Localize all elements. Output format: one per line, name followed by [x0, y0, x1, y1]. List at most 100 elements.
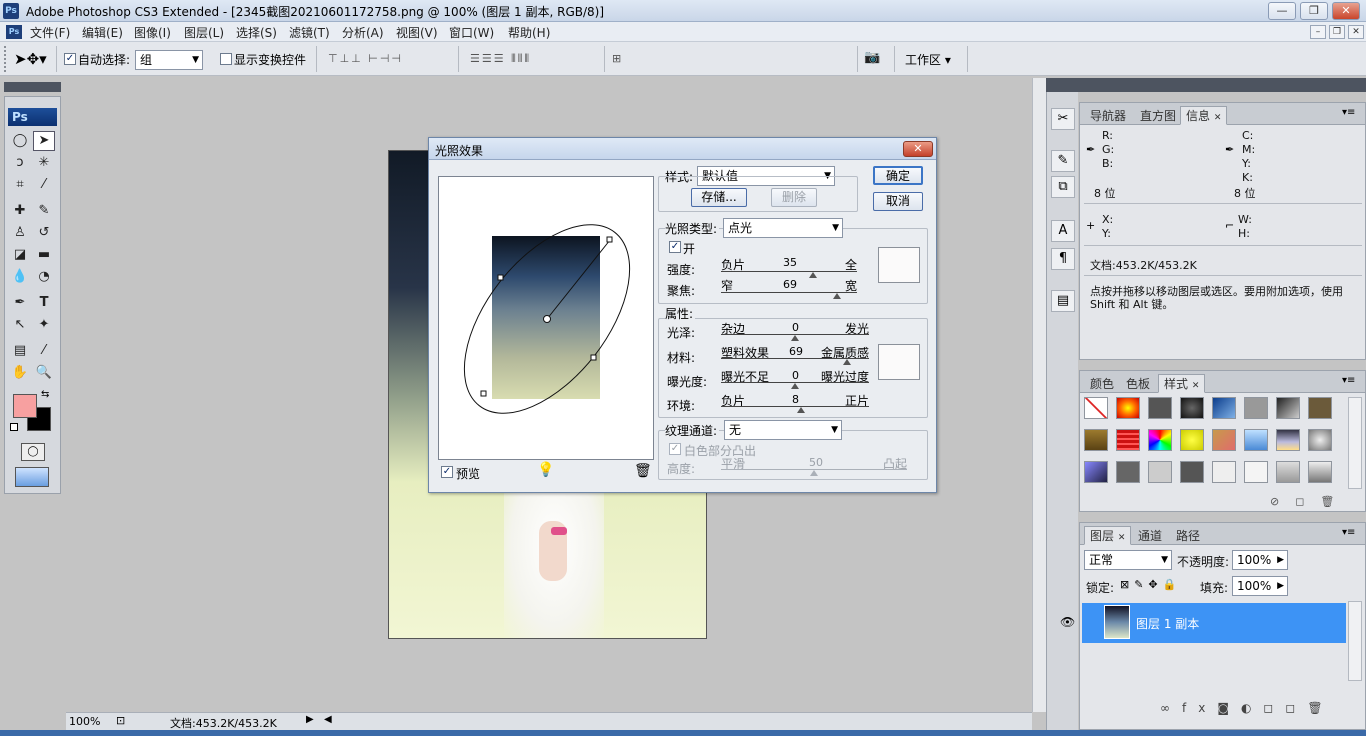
ambience-slider[interactable]: [721, 406, 869, 414]
save-style-button[interactable]: 存储...: [691, 188, 747, 207]
style-preset-swatch[interactable]: [1180, 461, 1204, 483]
ellipse-handle[interactable]: [497, 274, 504, 281]
doc-close-button[interactable]: ✕: [1348, 25, 1364, 39]
texture-channel-dropdown[interactable]: 无 ▼: [724, 420, 842, 440]
menu-window[interactable]: 窗口(W): [449, 24, 494, 41]
white-is-high-checkbox[interactable]: ✓: [669, 443, 681, 455]
light-color-swatch[interactable]: [878, 247, 920, 283]
light-ellipse-overlay[interactable]: [439, 177, 655, 461]
style-preset-swatch[interactable]: [1212, 461, 1236, 483]
tab-layers[interactable]: 图层 ✕: [1084, 526, 1132, 545]
align-edges-icons[interactable]: ⊤⊥⊥ ⊢⊣⊣: [328, 52, 403, 66]
menu-file[interactable]: 文件(F): [30, 24, 70, 41]
minimize-button[interactable]: —: [1268, 2, 1296, 20]
slider-thumb[interactable]: [810, 470, 818, 476]
slider-thumb[interactable]: [791, 335, 799, 341]
path-selection-tool-icon[interactable]: ↖: [9, 315, 31, 335]
status-menu-icon[interactable]: ⊡: [116, 714, 125, 727]
layer-comps-icon[interactable]: ▤: [1051, 290, 1075, 312]
preview-checkbox[interactable]: ✓: [441, 466, 453, 478]
dodge-tool-icon[interactable]: ◔: [33, 267, 55, 287]
blend-mode-dropdown[interactable]: 正常 ▼: [1084, 550, 1172, 570]
tab-paths[interactable]: 路径: [1170, 526, 1206, 545]
height-slider[interactable]: [721, 469, 907, 477]
style-preset-swatch[interactable]: [1308, 397, 1332, 419]
slice-tool-icon[interactable]: ⁄: [33, 175, 55, 195]
clone-stamp-tool-icon[interactable]: ♙: [9, 223, 31, 243]
tab-color[interactable]: 颜色: [1084, 374, 1120, 393]
history-brush-tool-icon[interactable]: ↺: [33, 223, 55, 243]
close-window-button[interactable]: ✕: [1332, 2, 1360, 20]
brushes-icon[interactable]: ✎: [1051, 150, 1075, 172]
style-preset-swatch[interactable]: [1276, 429, 1300, 451]
style-preset-swatch[interactable]: [1180, 429, 1204, 451]
shape-tool-icon[interactable]: ✦: [33, 315, 55, 335]
style-preset-swatch[interactable]: [1244, 461, 1268, 483]
light-bulb-icon[interactable]: 💡: [537, 462, 554, 478]
menu-filter[interactable]: 滤镜(T): [289, 24, 330, 41]
auto-select-checkbox[interactable]: ✓: [64, 53, 76, 65]
style-preset-swatch[interactable]: [1308, 429, 1332, 451]
menu-help[interactable]: 帮助(H): [508, 24, 550, 41]
zoom-tool-icon[interactable]: 🔍: [33, 363, 55, 383]
pen-tool-icon[interactable]: ✒: [9, 293, 31, 313]
light-type-dropdown[interactable]: 点光 ▼: [723, 218, 843, 238]
healing-brush-tool-icon[interactable]: ✚: [9, 201, 31, 221]
tab-swatches[interactable]: 色板: [1120, 374, 1156, 393]
fill-field[interactable]: 100% ▶: [1232, 576, 1288, 596]
panel-menu-icon[interactable]: ▾≡: [1342, 527, 1355, 538]
scroll-left-icon[interactable]: ◀: [324, 714, 332, 725]
style-preset-swatch[interactable]: [1148, 429, 1172, 451]
screen-mode-icon[interactable]: [15, 467, 49, 487]
focus-slider[interactable]: [721, 292, 857, 300]
slider-thumb[interactable]: [842, 359, 851, 365]
tab-info[interactable]: 信息 ✕: [1180, 106, 1228, 125]
show-transform-checkbox[interactable]: [220, 53, 232, 65]
doc-minimize-button[interactable]: –: [1310, 25, 1326, 39]
style-preset-swatch[interactable]: [1308, 461, 1332, 483]
tab-histogram[interactable]: 直方图: [1134, 106, 1182, 125]
close-icon[interactable]: ✕: [1214, 113, 1222, 123]
tab-styles[interactable]: 样式 ✕: [1158, 374, 1206, 393]
hand-tool-icon[interactable]: ✋: [9, 363, 31, 383]
chevron-right-icon[interactable]: ▶: [1277, 551, 1284, 569]
chevron-right-icon[interactable]: ▶: [1277, 577, 1284, 595]
slider-thumb[interactable]: [809, 272, 818, 278]
style-preset-swatch[interactable]: [1116, 429, 1140, 451]
gradient-tool-icon[interactable]: ▬: [33, 245, 55, 265]
slider-thumb[interactable]: [832, 293, 841, 299]
layers-footer-icons[interactable]: ∞fx◙◐◻◻🗑: [1160, 701, 1335, 715]
eyedropper-tool-icon[interactable]: ⁄: [33, 341, 55, 361]
style-preset-swatch[interactable]: [1116, 461, 1140, 483]
ok-button[interactable]: 确定: [873, 166, 923, 185]
style-preset-swatch[interactable]: [1148, 397, 1172, 419]
layers-scrollbar[interactable]: [1348, 601, 1362, 681]
tool-presets-icon[interactable]: ✂: [1051, 108, 1075, 130]
opacity-field[interactable]: 100% ▶: [1232, 550, 1288, 570]
style-preset-swatch[interactable]: [1084, 429, 1108, 451]
ellipse-handle[interactable]: [480, 390, 487, 397]
menu-layer[interactable]: 图层(L): [184, 24, 224, 41]
light-direction-handle[interactable]: [606, 236, 613, 243]
panel-menu-icon[interactable]: ▾≡: [1342, 375, 1355, 386]
material-slider[interactable]: [721, 358, 869, 366]
eye-icon[interactable]: 👁: [1060, 615, 1075, 629]
auto-align-icon[interactable]: ⊞: [612, 52, 623, 66]
brush-tool-icon[interactable]: ✎: [33, 201, 55, 221]
paragraph-icon[interactable]: ¶: [1051, 248, 1075, 270]
auto-select-dropdown[interactable]: 组 ▼: [135, 50, 203, 70]
lock-icons[interactable]: ⊠✎✥🔒: [1120, 578, 1181, 591]
foreground-color-swatch[interactable]: [13, 394, 37, 418]
ambient-color-swatch[interactable]: [878, 344, 920, 380]
default-colors-icon[interactable]: [10, 423, 18, 431]
style-preset-swatch[interactable]: [1244, 429, 1268, 451]
layer-row[interactable]: 👁 图层 1 副本: [1060, 603, 1346, 643]
delete-style-button[interactable]: 删除: [771, 188, 817, 207]
tab-navigator[interactable]: 导航器: [1084, 106, 1132, 125]
slider-thumb[interactable]: [796, 407, 805, 413]
style-preset-swatch[interactable]: [1276, 397, 1300, 419]
cancel-button[interactable]: 取消: [873, 192, 923, 211]
trash-icon[interactable]: 🗑: [634, 463, 652, 479]
ps-menu-icon[interactable]: Ps: [6, 25, 22, 39]
menu-edit[interactable]: 编辑(E): [82, 24, 123, 41]
